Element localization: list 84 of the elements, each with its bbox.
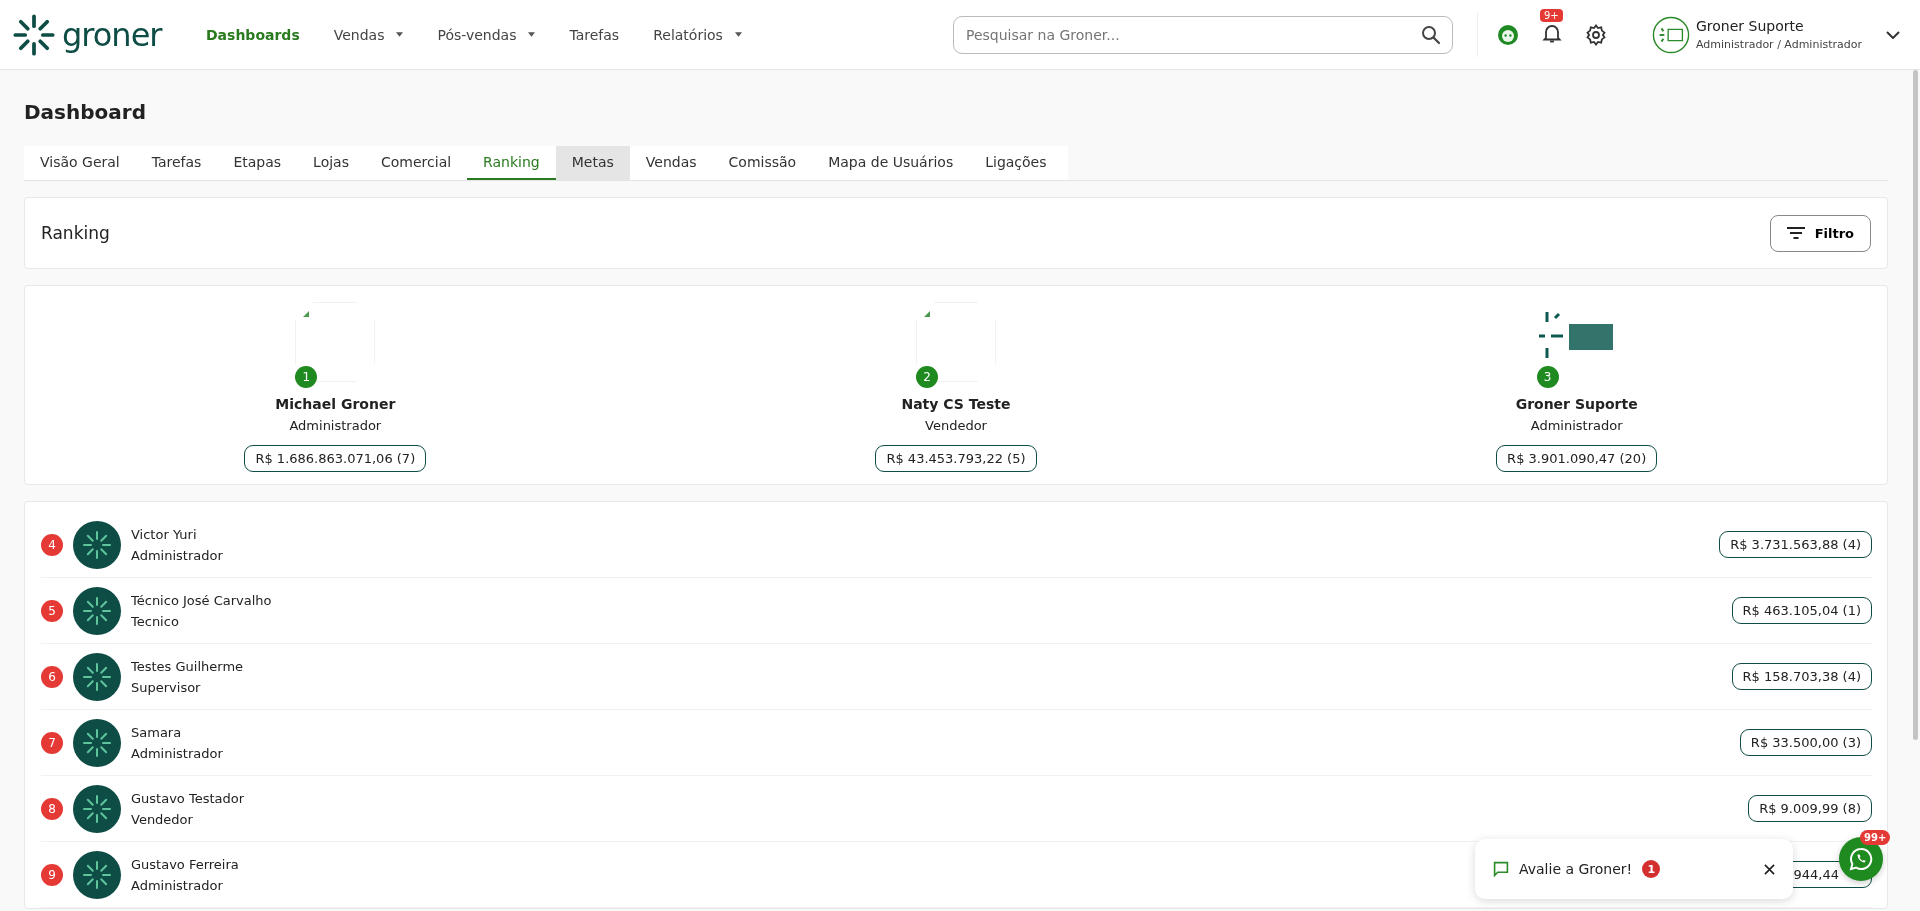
- rank-badge: 8: [41, 797, 63, 820]
- filter-icon: [1786, 227, 1805, 239]
- user-avatar: [73, 586, 121, 635]
- user-name: Victor Yuri: [131, 526, 197, 542]
- rank-badge: 6: [41, 665, 63, 688]
- scrollbar[interactable]: [1913, 70, 1918, 740]
- user-role: Administrador: [131, 745, 223, 761]
- user-avatar: [73, 520, 121, 569]
- user-role: Administrador: [131, 547, 223, 563]
- user-name: Gustavo Testador: [131, 790, 245, 806]
- tab[interactable]: Visão Geral: [24, 146, 136, 180]
- caret-icon: [396, 32, 404, 37]
- rank-badge: 4: [41, 533, 63, 556]
- chat-icon: [1493, 861, 1509, 877]
- feedback-text: Avalie a Groner!: [1519, 861, 1633, 877]
- tab[interactable]: Comissão: [712, 146, 813, 180]
- caret-icon: [528, 32, 536, 37]
- user-name: Gustavo Ferreira: [131, 856, 239, 872]
- nav-menu-item[interactable]: Relatórios: [653, 26, 742, 43]
- page-title: Dashboard: [24, 100, 147, 124]
- rank-badge: 7: [41, 731, 63, 754]
- user-name: Groner Suporte: [1515, 396, 1638, 412]
- user-role: Administrador: [131, 877, 223, 893]
- user-name: Samara: [131, 724, 182, 740]
- user-name: Técnico José Carvalho: [131, 592, 272, 608]
- sales-total: R$ 463.105,04 (1): [1731, 597, 1872, 624]
- rank-badge: 3: [1536, 366, 1559, 388]
- section-title: Ranking: [41, 223, 110, 243]
- sales-total: R$ 3.901.090,47 (20): [1496, 445, 1658, 472]
- tab[interactable]: Ligações: [969, 146, 1063, 180]
- count-badge: 1: [1642, 860, 1661, 878]
- tab[interactable]: Tarefas: [135, 146, 218, 180]
- user-avatar: [73, 850, 121, 899]
- broken-image-icon: [916, 302, 996, 382]
- support-agent-icon[interactable]: [1496, 22, 1520, 47]
- user-role: Vendedor: [925, 418, 987, 433]
- nav-menu-item[interactable]: Dashboards: [206, 26, 300, 43]
- sales-total: R$ 9.009,99 (8): [1748, 795, 1872, 822]
- search-field[interactable]: Pesquisar na Groner...: [953, 15, 1453, 54]
- user-role: Administrador: [289, 418, 382, 433]
- nav-menu-item[interactable]: Vendas: [333, 26, 404, 43]
- search-icon[interactable]: [1421, 24, 1441, 45]
- user-name: Testes Guilherme: [131, 658, 244, 674]
- logo-text[interactable]: groner: [62, 15, 162, 54]
- tab[interactable]: Etapas: [217, 146, 298, 180]
- tab[interactable]: Lojas: [297, 146, 365, 180]
- notification-badge: 9+: [1540, 8, 1563, 22]
- sales-total: R$ 43.453.793,22 (5): [875, 445, 1037, 472]
- tab[interactable]: Vendas: [629, 146, 713, 180]
- rank-badge: 5: [41, 599, 63, 622]
- message-count-badge: 99+: [1860, 830, 1891, 845]
- user-avatar: [73, 718, 121, 767]
- user-avatar[interactable]: [1652, 15, 1690, 54]
- user-avatar: [73, 784, 121, 833]
- user-avatar: [73, 652, 121, 701]
- settings-icon[interactable]: [1584, 22, 1608, 47]
- tab[interactable]: Metas: [555, 146, 630, 180]
- feedback-popup[interactable]: Avalie a Groner! 1: [1475, 839, 1793, 899]
- sales-total: R$ 158.703,38 (4): [1731, 663, 1872, 690]
- user-name: Naty CS Teste: [901, 396, 1011, 412]
- tab[interactable]: Comercial: [365, 146, 468, 180]
- filter-button[interactable]: Filtro: [1769, 214, 1871, 252]
- user-role: Administrador: [1530, 418, 1623, 433]
- caret-icon: [734, 32, 742, 37]
- user-role: Tecnico: [131, 613, 179, 629]
- rank-badge: 2: [916, 366, 938, 388]
- nav-menu-item[interactable]: Pós-vendas: [437, 26, 536, 43]
- nav-menu-item[interactable]: Tarefas: [569, 26, 620, 43]
- rank-badge: 9: [41, 863, 63, 886]
- sales-total: R$ 1.686.863.071,06 (7): [244, 445, 427, 472]
- user-name: Groner Suporte: [1696, 18, 1805, 34]
- phone-chat-icon: [1849, 847, 1873, 871]
- sales-total: R$ 33.500,00 (3): [1739, 729, 1872, 756]
- user-name: Michael Groner: [275, 396, 396, 412]
- user-role: Administrador / Administrador: [1696, 38, 1862, 51]
- user-role: Supervisor: [131, 679, 201, 695]
- user-role: Vendedor: [131, 811, 193, 827]
- chevron-down-icon[interactable]: [1886, 30, 1900, 39]
- sales-total: R$ 3.731.563,88 (4): [1719, 531, 1872, 558]
- rank-badge: 1: [295, 366, 318, 388]
- close-icon[interactable]: [1764, 863, 1775, 875]
- tab[interactable]: Mapa de Usuários: [812, 146, 970, 180]
- logo-icon: [12, 12, 56, 57]
- broken-image-icon: [295, 302, 376, 382]
